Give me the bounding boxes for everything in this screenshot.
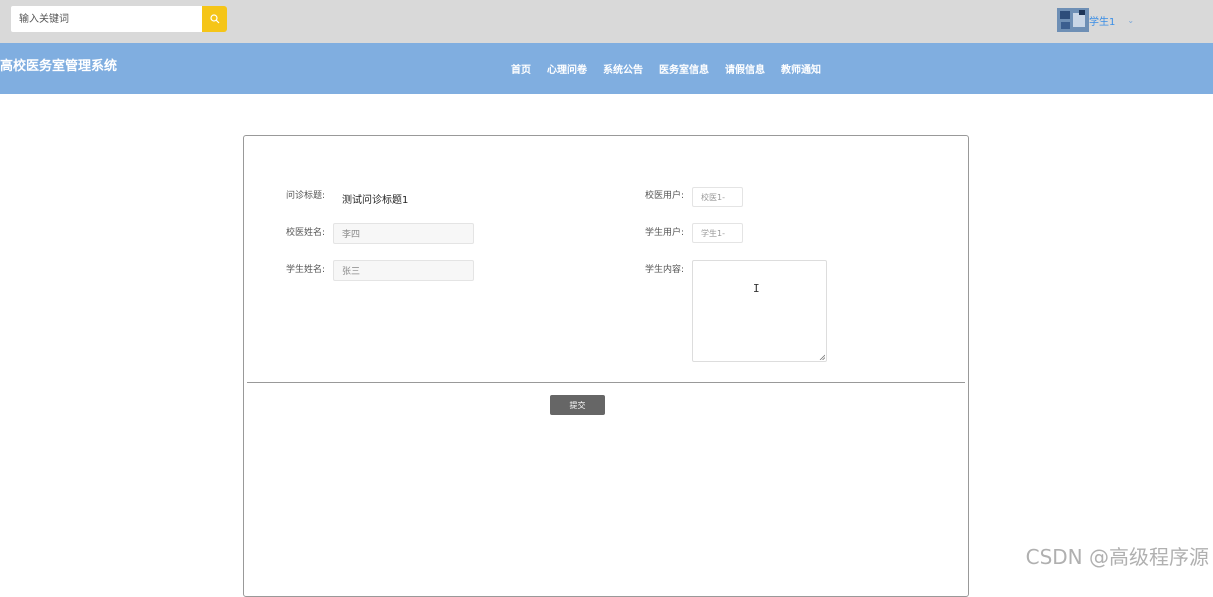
chevron-down-icon[interactable]: ⌄ xyxy=(1127,16,1134,25)
doctor-user-select[interactable]: 校医1- xyxy=(692,187,743,207)
nav-bar: 高校医务室管理系统 首页 心理问卷 系统公告 医务室信息 请假信息 教师通知 xyxy=(0,43,1213,94)
title-label: 问诊标题: xyxy=(286,191,326,201)
student-name-label: 学生姓名: xyxy=(286,265,326,275)
avatar[interactable] xyxy=(1057,8,1089,32)
nav-item-leave-info[interactable]: 请假信息 xyxy=(725,61,765,76)
title-value: 测试问诊标题1 xyxy=(342,195,409,206)
nav-item-clinic-info[interactable]: 医务室信息 xyxy=(659,61,709,76)
search-icon xyxy=(209,14,219,24)
submit-button[interactable]: 提交 xyxy=(550,395,605,415)
doctor-user-label: 校医用户: xyxy=(645,191,685,201)
top-bar: 学生1 ⌄ xyxy=(0,0,1213,43)
search-box xyxy=(11,6,227,32)
consultation-form: 问诊标题: 测试问诊标题1 校医姓名: 李四 学生姓名: 张三 校医用户: 校医… xyxy=(243,135,969,597)
doctor-name-field[interactable]: 李四 xyxy=(333,223,474,244)
site-title: 高校医务室管理系统 xyxy=(0,59,118,74)
student-user-label: 学生用户: xyxy=(645,228,685,238)
student-name-field[interactable]: 张三 xyxy=(333,260,474,281)
nav-item-home[interactable]: 首页 xyxy=(511,61,531,76)
doctor-name-label: 校医姓名: xyxy=(286,228,326,238)
student-content-label: 学生内容: xyxy=(645,265,685,275)
text-cursor-icon: I xyxy=(753,282,760,295)
search-button[interactable] xyxy=(202,6,227,32)
student-user-select[interactable]: 学生1- xyxy=(692,223,743,243)
user-menu[interactable]: 学生1 ⌄ xyxy=(1057,8,1134,32)
nav-item-teacher-notices[interactable]: 教师通知 xyxy=(781,61,821,76)
watermark: CSDN @高级程序源 xyxy=(1025,545,1209,569)
nav-item-questionnaire[interactable]: 心理问卷 xyxy=(547,61,587,76)
form-divider xyxy=(247,382,965,383)
username[interactable]: 学生1 xyxy=(1089,13,1115,28)
student-content-textarea[interactable] xyxy=(692,260,827,362)
nav-menu: 首页 心理问卷 系统公告 医务室信息 请假信息 教师通知 xyxy=(511,61,837,76)
search-input[interactable] xyxy=(11,6,202,32)
nav-item-announcements[interactable]: 系统公告 xyxy=(603,61,643,76)
resize-handle-icon[interactable] xyxy=(819,354,825,360)
